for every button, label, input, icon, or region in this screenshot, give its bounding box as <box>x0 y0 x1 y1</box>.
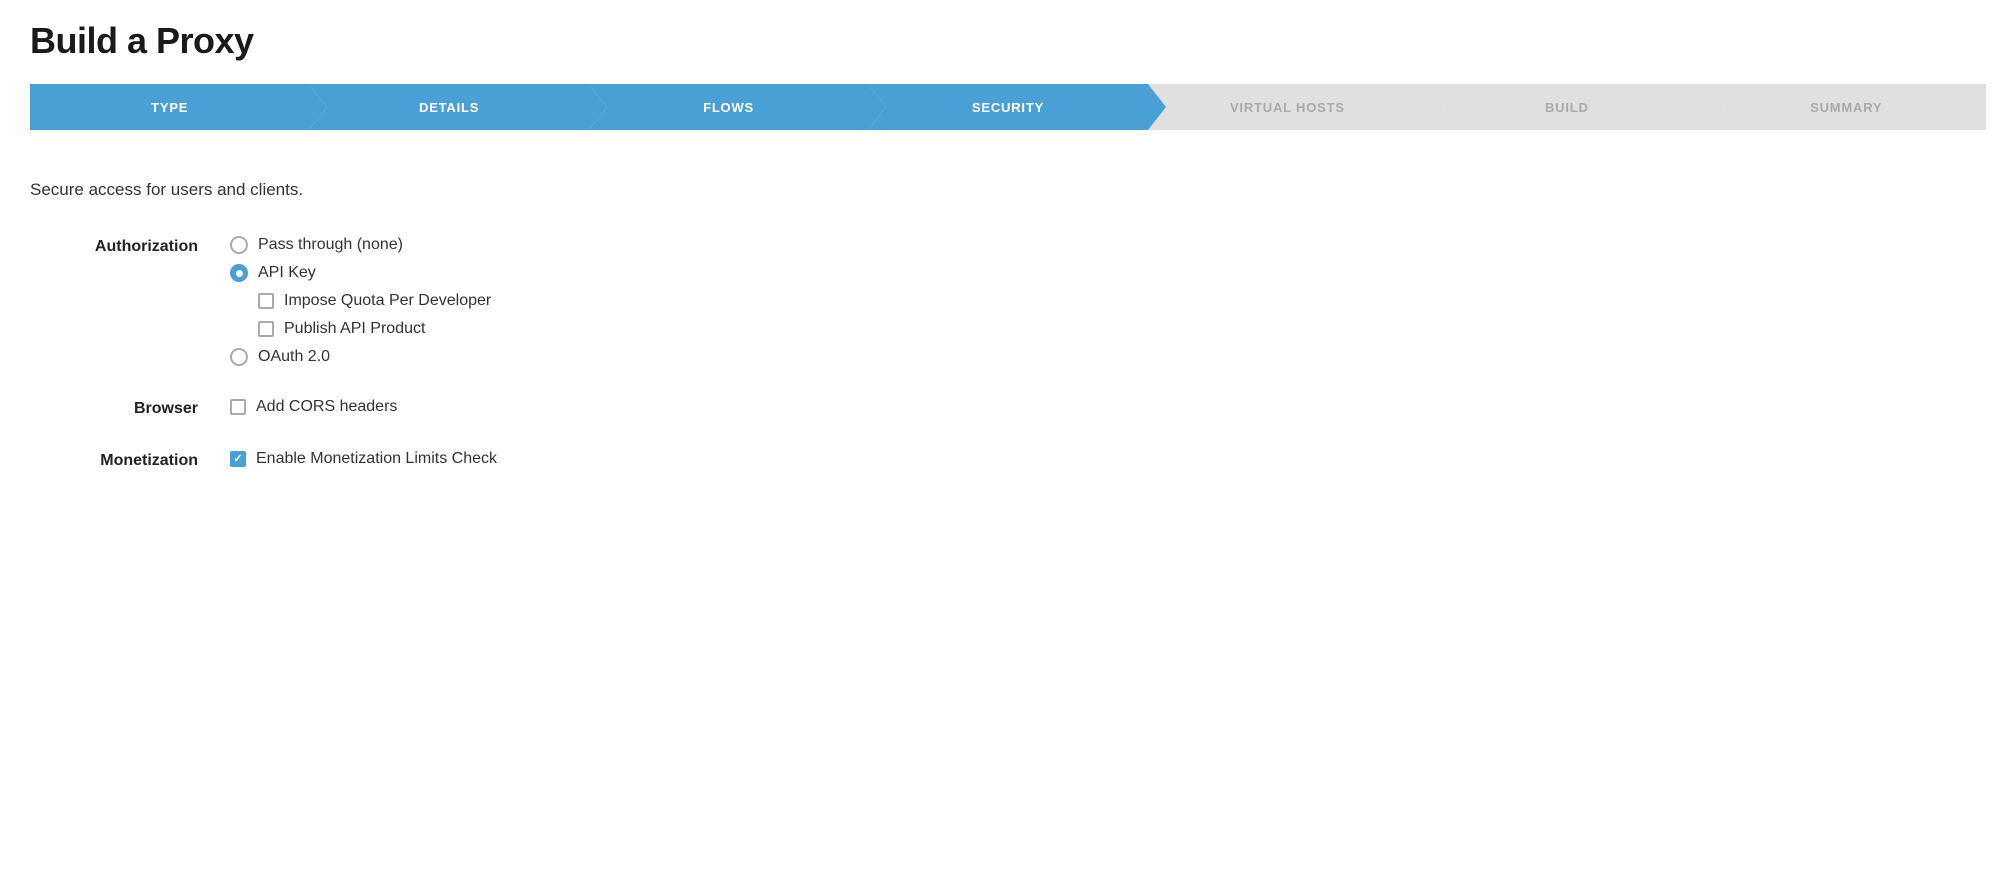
step-label: SUMMARY <box>1810 100 1882 115</box>
sub-options-api-key: Impose Quota Per Developer Publish API Pr… <box>258 292 491 338</box>
form-section-authorization: Authorization Pass through (none) API Key I… <box>30 236 1986 366</box>
checkbox-quota <box>258 293 274 309</box>
step-build[interactable]: BUILD <box>1427 84 1706 130</box>
checkbox-label-publish: Publish API Product <box>284 320 425 338</box>
stepper: TYPE DETAILS FLOWS SECURITY VIRTUAL HOSTS BUI… <box>30 84 1986 130</box>
form-section-browser: Browser Add CORS headers <box>30 398 1986 418</box>
radio-label-api-key: API Key <box>258 264 316 282</box>
form-section-monetization: Monetization Enable Monetization Limits C… <box>30 450 1986 470</box>
radio-circle-oauth <box>230 348 248 366</box>
form-label-monetization: Monetization <box>30 450 230 470</box>
page-title: Build a Proxy <box>30 20 1986 62</box>
form-controls-monetization: Enable Monetization Limits Check <box>230 450 497 468</box>
content-area: Secure access for users and clients. Aut… <box>30 170 1986 470</box>
checkbox-option-cors[interactable]: Add CORS headers <box>230 398 397 416</box>
checkbox-cors <box>230 399 246 415</box>
step-label: TYPE <box>151 100 188 115</box>
radio-circle-api-key <box>230 264 248 282</box>
step-security[interactable]: SECURITY <box>868 84 1147 130</box>
step-details[interactable]: DETAILS <box>309 84 588 130</box>
checkbox-label-cors: Add CORS headers <box>256 398 397 416</box>
step-label: SECURITY <box>972 100 1044 115</box>
step-virtual-hosts[interactable]: VIRTUAL HOSTS <box>1148 84 1427 130</box>
step-label: FLOWS <box>703 100 754 115</box>
step-label: DETAILS <box>419 100 479 115</box>
checkbox-publish <box>258 321 274 337</box>
form-label-browser: Browser <box>30 398 230 418</box>
step-summary[interactable]: SUMMARY <box>1707 84 1986 130</box>
radio-circle-pass-through <box>230 236 248 254</box>
checkbox-monetization-limits <box>230 451 246 467</box>
step-label: BUILD <box>1545 100 1589 115</box>
checkbox-option-publish[interactable]: Publish API Product <box>258 320 491 338</box>
radio-label-pass-through: Pass through (none) <box>258 236 403 254</box>
checkbox-label-quota: Impose Quota Per Developer <box>284 292 491 310</box>
radio-option-oauth[interactable]: OAuth 2.0 <box>230 348 491 366</box>
form-label-authorization: Authorization <box>30 236 230 256</box>
checkbox-label-monetization-limits: Enable Monetization Limits Check <box>256 450 497 468</box>
radio-option-api-key[interactable]: API Key <box>230 264 491 282</box>
form-controls-authorization: Pass through (none) API Key Impose Quota P… <box>230 236 491 366</box>
radio-option-pass-through[interactable]: Pass through (none) <box>230 236 491 254</box>
checkbox-option-quota[interactable]: Impose Quota Per Developer <box>258 292 491 310</box>
checkbox-option-monetization-limits[interactable]: Enable Monetization Limits Check <box>230 450 497 468</box>
radio-label-oauth: OAuth 2.0 <box>258 348 330 366</box>
step-type[interactable]: TYPE <box>30 84 309 130</box>
form-controls-browser: Add CORS headers <box>230 398 397 416</box>
section-description: Secure access for users and clients. <box>30 180 1986 200</box>
step-flows[interactable]: FLOWS <box>589 84 868 130</box>
step-label: VIRTUAL HOSTS <box>1230 100 1345 115</box>
